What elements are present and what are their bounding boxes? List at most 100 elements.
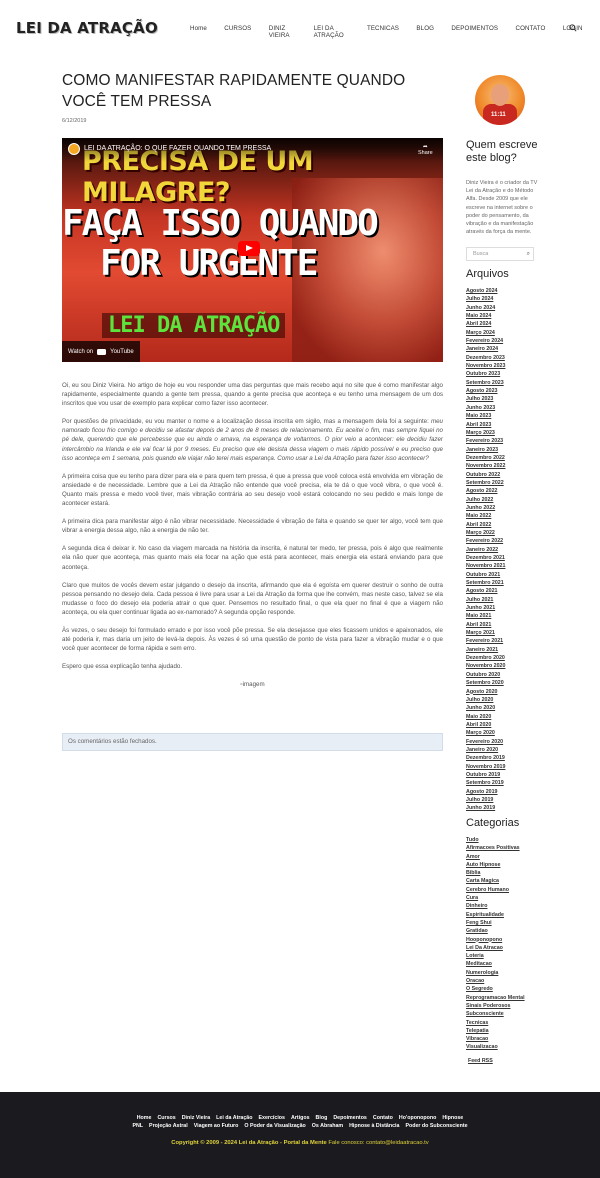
archive-link-maio-2022[interactable]: Maio 2022 xyxy=(466,512,505,520)
category-link-amor[interactable]: Amor xyxy=(466,853,525,861)
archive-link-novembro-2023[interactable]: Novembro 2023 xyxy=(466,362,505,370)
archive-link-julho-2024[interactable]: Julho 2024 xyxy=(466,295,505,303)
footer-link-artigos[interactable]: Artigos xyxy=(291,1115,310,1121)
archive-link-julho-2023[interactable]: Julho 2023 xyxy=(466,395,505,403)
archive-link-dezembro-2019[interactable]: Dezembro 2019 xyxy=(466,754,505,762)
category-link-feng-shui[interactable]: Feng Shui xyxy=(466,919,525,927)
category-link-biblia[interactable]: Biblia xyxy=(466,869,525,877)
sidebar-search-input[interactable]: Busca ⌕ xyxy=(466,247,534,261)
category-link-cerebro-humano[interactable]: Cerebro Humano xyxy=(466,886,525,894)
archive-link-maio-2024[interactable]: Maio 2024 xyxy=(466,312,505,320)
nav-item-blog[interactable]: BLOG xyxy=(416,25,434,39)
category-link-carta-magica[interactable]: Carta Magica xyxy=(466,877,525,885)
archive-link-agosto-2023[interactable]: Agosto 2023 xyxy=(466,387,505,395)
archive-link-junho-2021[interactable]: Junho 2021 xyxy=(466,604,505,612)
archive-link-abril-2023[interactable]: Abril 2023 xyxy=(466,421,505,429)
archive-link-fevereiro-2021[interactable]: Fevereiro 2021 xyxy=(466,637,505,645)
archive-link-setembro-2023[interactable]: Setembro 2023 xyxy=(466,379,505,387)
footer-link-o-poder-da-visualizacao[interactable]: O Poder da Visualização xyxy=(244,1123,305,1129)
footer-link-home[interactable]: Home xyxy=(137,1115,152,1121)
archive-link-maio-2020[interactable]: Maio 2020 xyxy=(466,713,505,721)
category-link-visualizacao[interactable]: Visualizacao xyxy=(466,1043,525,1051)
archive-link-agosto-2022[interactable]: Agosto 2022 xyxy=(466,487,505,495)
archive-link-outubro-2020[interactable]: Outubro 2020 xyxy=(466,671,505,679)
archive-link-janeiro-2022[interactable]: Janeiro 2022 xyxy=(466,546,505,554)
footer-link-viagem-ao-futuro[interactable]: Viagem ao Futuro xyxy=(194,1123,239,1129)
archive-link-setembro-2021[interactable]: Setembro 2021 xyxy=(466,579,505,587)
contact-link[interactable]: Fale conosco: contato@leidaatracao.tv xyxy=(328,1140,428,1146)
category-link-vibracao[interactable]: Vibracao xyxy=(466,1035,525,1043)
rss-feed-link[interactable]: Feed RSS xyxy=(468,1058,493,1064)
archive-link-abril-2022[interactable]: Abril 2022 xyxy=(466,521,505,529)
archive-link-junho-2023[interactable]: Junho 2023 xyxy=(466,404,505,412)
footer-link-hipnose[interactable]: Hipnose xyxy=(442,1115,463,1121)
archive-link-fevereiro-2020[interactable]: Fevereiro 2020 xyxy=(466,738,505,746)
archive-link-dezembro-2021[interactable]: Dezembro 2021 xyxy=(466,554,505,562)
category-link-lei-da-atracao[interactable]: Lei Da Atracao xyxy=(466,944,525,952)
footer-link-depoimentos[interactable]: Depoimentos xyxy=(333,1115,367,1121)
category-link-telepatia[interactable]: Telepatia xyxy=(466,1027,525,1035)
footer-link-diniz-vieira[interactable]: Diniz Vieira xyxy=(182,1115,210,1121)
archive-link-outubro-2023[interactable]: Outubro 2023 xyxy=(466,370,505,378)
archive-link-julho-2019[interactable]: Julho 2019 xyxy=(466,796,505,804)
footer-link-pnl[interactable]: PNL xyxy=(132,1123,143,1129)
nav-item-tecnicas[interactable]: TECNICAS xyxy=(367,25,399,39)
category-link-reprogramacao-mental[interactable]: Reprogramacao Mental xyxy=(466,994,525,1002)
category-link-espiritualidade[interactable]: Espiritualidade xyxy=(466,911,525,919)
share-button[interactable]: ➦ Share xyxy=(418,144,433,156)
footer-link-contato[interactable]: Contato xyxy=(373,1115,393,1121)
archive-link-julho-2022[interactable]: Julho 2022 xyxy=(466,496,505,504)
watch-on-youtube-button[interactable]: Watch on YouTube xyxy=(62,341,140,362)
category-link-oracao[interactable]: Oracao xyxy=(466,977,525,985)
archive-link-setembro-2020[interactable]: Setembro 2020 xyxy=(466,679,505,687)
archive-link-fevereiro-2023[interactable]: Fevereiro 2023 xyxy=(466,437,505,445)
category-link-afirmacoes-positivas[interactable]: Afirmacoes Positivas xyxy=(466,844,525,852)
play-button[interactable] xyxy=(238,241,260,256)
nav-item-home[interactable]: Home xyxy=(190,25,207,39)
category-link-sinais-poderosos[interactable]: Sinais Poderosos xyxy=(466,1002,525,1010)
archive-link-agosto-2019[interactable]: Agosto 2019 xyxy=(466,788,505,796)
archive-link-junho-2019[interactable]: Junho 2019 xyxy=(466,804,505,812)
search-icon[interactable] xyxy=(569,24,577,32)
footer-link-poder-do-subconsciente[interactable]: Poder do Subconsciente xyxy=(405,1123,467,1129)
archive-link-maio-2021[interactable]: Maio 2021 xyxy=(466,612,505,620)
archive-link-outubro-2019[interactable]: Outubro 2019 xyxy=(466,771,505,779)
archive-link-janeiro-2020[interactable]: Janeiro 2020 xyxy=(466,746,505,754)
footer-link-blog[interactable]: Blog xyxy=(316,1115,328,1121)
archive-link-janeiro-2024[interactable]: Janeiro 2024 xyxy=(466,345,505,353)
archive-link-dezembro-2022[interactable]: Dezembro 2022 xyxy=(466,454,505,462)
channel-avatar[interactable] xyxy=(68,143,80,155)
footer-link-os-abraham[interactable]: Os Abraham xyxy=(312,1123,343,1129)
category-link-gratidao[interactable]: Gratidao xyxy=(466,927,525,935)
category-link-dinheiro[interactable]: Dinheiro xyxy=(466,902,525,910)
archive-link-marco-2020[interactable]: Março 2020 xyxy=(466,729,505,737)
footer-link-cursos[interactable]: Cursos xyxy=(157,1115,175,1121)
archive-link-janeiro-2023[interactable]: Janeiro 2023 xyxy=(466,446,505,454)
archive-link-abril-2024[interactable]: Abril 2024 xyxy=(466,320,505,328)
archive-link-maio-2023[interactable]: Maio 2023 xyxy=(466,412,505,420)
archive-link-marco-2024[interactable]: Março 2024 xyxy=(466,329,505,337)
footer-link-exercicios[interactable]: Exercícios xyxy=(258,1115,285,1121)
search-icon[interactable]: ⌕ xyxy=(527,251,530,258)
archive-link-junho-2020[interactable]: Junho 2020 xyxy=(466,704,505,712)
footer-link-hipnose-a-distancia[interactable]: Hipnose à Distância xyxy=(349,1123,399,1129)
footer-link-projecao-astral[interactable]: Projeção Astral xyxy=(149,1123,188,1129)
archive-link-julho-2020[interactable]: Julho 2020 xyxy=(466,696,505,704)
category-link-meditacao[interactable]: Meditacao xyxy=(466,960,525,968)
nav-item-lei-da-atracao[interactable]: LEI DA ATRAÇÃO xyxy=(314,25,350,39)
archive-link-marco-2021[interactable]: Março 2021 xyxy=(466,629,505,637)
archive-link-fevereiro-2024[interactable]: Fevereiro 2024 xyxy=(466,337,505,345)
category-link-hooponopono[interactable]: Hooponopono xyxy=(466,936,525,944)
archive-link-junho-2024[interactable]: Junho 2024 xyxy=(466,304,505,312)
site-logo[interactable]: LEI DA ATRAÇÃO xyxy=(16,19,158,37)
video-title[interactable]: LEI DA ATRAÇÃO: O QUE FAZER QUANDO TEM P… xyxy=(84,145,271,152)
nav-item-cursos[interactable]: CURSOS xyxy=(224,25,251,39)
archive-link-fevereiro-2022[interactable]: Fevereiro 2022 xyxy=(466,537,505,545)
archive-link-agosto-2021[interactable]: Agosto 2021 xyxy=(466,587,505,595)
nav-item-depoimentos[interactable]: DEPOIMENTOS xyxy=(451,25,498,39)
category-link-loteria[interactable]: Loteria xyxy=(466,952,525,960)
archive-link-marco-2022[interactable]: Março 2022 xyxy=(466,529,505,537)
archive-link-dezembro-2020[interactable]: Dezembro 2020 xyxy=(466,654,505,662)
nav-item-contato[interactable]: CONTATO xyxy=(516,25,546,39)
archive-link-dezembro-2023[interactable]: Dezembro 2023 xyxy=(466,354,505,362)
